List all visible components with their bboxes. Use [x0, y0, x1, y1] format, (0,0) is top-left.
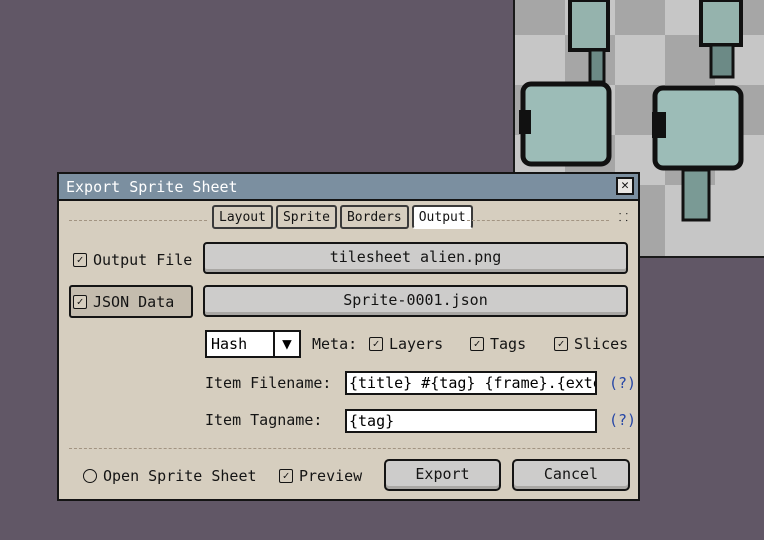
checkbox-checked-icon: ✓ [73, 295, 87, 309]
tab-borders[interactable]: Borders [339, 205, 409, 229]
checkbox-checked-icon: ✓ [279, 469, 293, 483]
tab-sprite[interactable]: Sprite [275, 205, 337, 229]
pin-icon[interactable]: ⸬ [619, 210, 628, 225]
item-tagname-input[interactable]: {tag} [345, 409, 597, 433]
tab-bar: Layout Sprite Borders Output [212, 205, 473, 229]
json-file-button[interactable]: Sprite-0001.json [203, 285, 628, 317]
tab-output[interactable]: Output [411, 205, 473, 229]
meta-tags-label: Tags [490, 335, 527, 353]
item-filename-label: Item Filename: [205, 374, 332, 392]
cancel-button[interactable]: Cancel [512, 459, 630, 491]
output-file-button[interactable]: tilesheet alien.png [203, 242, 628, 274]
item-filename-input[interactable]: {title} #{tag} {frame}.{extens [345, 371, 597, 395]
footer-separator [69, 448, 630, 449]
dialog-titlebar[interactable]: Export Sprite Sheet ✕ [59, 174, 638, 201]
dropdown-arrow-icon[interactable]: ▼ [273, 332, 299, 356]
export-sprite-sheet-dialog: Export Sprite Sheet ✕ Layout Sprite Bord… [57, 172, 640, 501]
open-sprite-sheet-checkbox[interactable]: Open Sprite Sheet [83, 467, 257, 485]
output-file-checkbox[interactable]: ✓ Output File [73, 251, 192, 269]
checkbox-checked-icon: ✓ [73, 253, 87, 267]
preview-checkbox[interactable]: ✓ Preview [279, 467, 362, 485]
item-filename-help-link[interactable]: (?) [609, 374, 636, 392]
checkbox-checked-icon: ✓ [369, 337, 383, 351]
meta-label: Meta: [312, 335, 358, 353]
tab-separator-left [69, 220, 207, 221]
export-button[interactable]: Export [384, 459, 501, 491]
dialog-title: Export Sprite Sheet [66, 178, 238, 196]
tab-separator-right [467, 220, 609, 221]
meta-tags-checkbox[interactable]: ✓ Tags [470, 335, 526, 353]
preview-label: Preview [299, 467, 363, 485]
json-data-label: JSON Data [93, 293, 175, 311]
tab-layout[interactable]: Layout [212, 205, 273, 229]
meta-layers-label: Layers [389, 335, 444, 353]
output-file-label: Output File [93, 251, 193, 269]
checkbox-unchecked-icon [83, 469, 97, 483]
close-icon[interactable]: ✕ [616, 177, 634, 195]
json-format-value: Hash [211, 335, 248, 353]
open-sprite-sheet-label: Open Sprite Sheet [103, 467, 257, 485]
item-tagname-label: Item Tagname: [205, 411, 323, 429]
meta-slices-checkbox[interactable]: ✓ Slices [554, 335, 628, 353]
json-data-checkbox[interactable]: ✓ JSON Data [73, 293, 174, 311]
json-format-select[interactable]: Hash ▼ [205, 330, 301, 358]
meta-slices-label: Slices [574, 335, 629, 353]
item-tagname-help-link[interactable]: (?) [609, 411, 636, 429]
meta-layers-checkbox[interactable]: ✓ Layers [369, 335, 443, 353]
checkbox-checked-icon: ✓ [554, 337, 568, 351]
checkbox-checked-icon: ✓ [470, 337, 484, 351]
